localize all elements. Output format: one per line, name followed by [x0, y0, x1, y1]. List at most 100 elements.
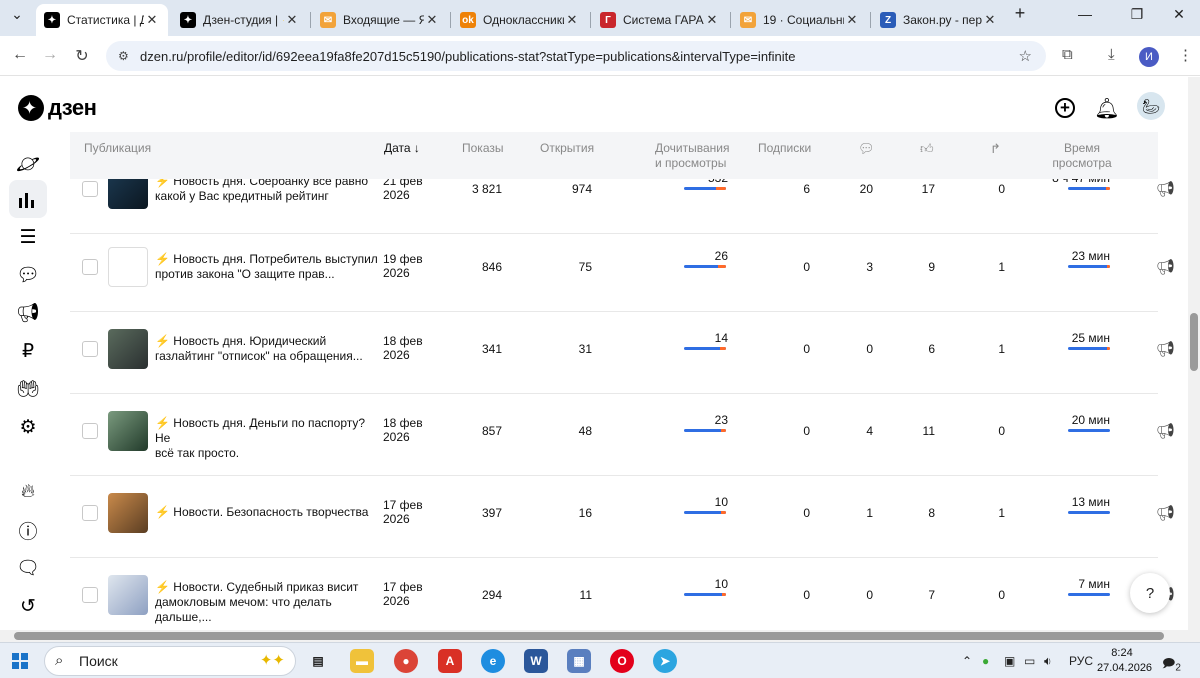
display-tray-icon[interactable]: ▭ [1024, 654, 1035, 668]
publication-title[interactable]: ⚡ Новости. Судебный приказ висит дамоклов… [155, 580, 380, 625]
row-checkbox[interactable] [82, 181, 98, 197]
publication-thumbnail[interactable] [108, 493, 148, 533]
tab-dzen-stats[interactable]: ✦ Статистика | Дзен ✕ [36, 4, 168, 36]
close-icon[interactable]: ✕ [424, 12, 440, 28]
comments-header-icon[interactable]: 💬︎ [858, 141, 875, 156]
sidebar-item-planet[interactable]: 🪐︎ [9, 145, 47, 183]
vertical-scrollbar[interactable] [1188, 77, 1200, 630]
close-icon[interactable]: ✕ [844, 12, 860, 28]
telegram-icon[interactable]: ➤ [653, 649, 677, 673]
reposts-header-icon[interactable]: ↱ [990, 141, 1001, 156]
likes-header-icon[interactable]: 👍︎ [920, 141, 934, 156]
opera-icon[interactable]: O [610, 649, 634, 673]
sidebar-item-back[interactable]: ↺ [9, 587, 47, 625]
close-icon[interactable]: ✕ [982, 12, 998, 28]
scroll-thumb[interactable] [14, 632, 1164, 640]
sidebar-item-help[interactable]: ⓘ [9, 511, 47, 549]
tab-dzen-studio[interactable]: ✦ Дзен-студия | ⚡ ✕ [172, 4, 308, 36]
language-indicator[interactable]: РУС [1069, 654, 1093, 668]
sidebar-item-comments[interactable]: 💬︎ [9, 256, 47, 294]
row-checkbox[interactable] [82, 505, 98, 521]
row-checkbox[interactable] [82, 423, 98, 439]
reload-icon[interactable]: ↻ [70, 46, 94, 66]
header-publication[interactable]: Публикация [84, 141, 151, 156]
publication-thumbnail[interactable] [108, 575, 148, 615]
bookmark-star-icon[interactable]: ☆ [1019, 47, 1032, 65]
notifications-bell-icon[interactable]: 🔔︎ [1094, 95, 1120, 121]
app-tray-icon[interactable]: ● [982, 654, 989, 668]
publication-title[interactable]: ⚡ Новости. Безопасность творчества [155, 505, 380, 520]
publication-thumbnail[interactable] [108, 411, 148, 451]
network-tray-icon[interactable]: ▣ [1004, 654, 1015, 668]
new-tab-button[interactable]: + [1006, 3, 1034, 24]
notifications-icon[interactable]: 🗩2 [1162, 654, 1181, 675]
taskbar-search[interactable]: ⌕ Поиск ✦✦ [44, 646, 296, 676]
publication-title[interactable]: ⚡ Новость дня. Юридический газлайтинг "от… [155, 334, 380, 364]
table-row[interactable]: ⚡ Новость дня. Потребитель выступил проти… [70, 230, 1175, 312]
url-field[interactable]: ⚙ dzen.ru/profile/editor/id/692eea19fa8f… [106, 41, 1046, 71]
extensions-icon[interactable]: ⧉ [1062, 46, 1073, 63]
sidebar-item-monetization[interactable]: ₽ [9, 332, 47, 370]
create-button[interactable]: + [1052, 95, 1078, 121]
sidebar-item-fire[interactable]: 🔥︎ [9, 473, 47, 511]
header-time[interactable]: Время просмотра [1052, 141, 1112, 171]
close-icon[interactable]: ✕ [704, 12, 720, 28]
header-views[interactable]: Показы [462, 141, 503, 156]
scroll-thumb[interactable] [1190, 313, 1198, 371]
megaphone-icon[interactable]: 📢︎ [1156, 258, 1175, 276]
header-date[interactable]: Дата ↓ [384, 141, 420, 156]
table-row[interactable]: ⚡ Новости. Безопасность творчества 17 фев… [70, 476, 1175, 558]
chevron-up-icon[interactable]: ⌃ [962, 654, 972, 668]
tab-search-icon[interactable]: ⌄ [0, 6, 34, 23]
taskbar-clock[interactable]: 8:24 27.04.2026 [1097, 646, 1152, 676]
site-info-icon[interactable]: ⚙ [118, 49, 129, 63]
megaphone-icon[interactable]: 📢︎ [1156, 340, 1175, 358]
minimize-button[interactable]: — [1062, 6, 1108, 22]
tab-social[interactable]: ✉ 19 · Социальные ✕ [732, 4, 868, 36]
close-icon[interactable]: ✕ [564, 12, 580, 28]
megaphone-icon[interactable]: 📢︎ [1156, 422, 1175, 440]
chrome-icon[interactable]: ● [394, 649, 418, 673]
close-icon[interactable]: ✕ [284, 12, 300, 28]
menu-kebab-icon[interactable]: ⋮ [1178, 46, 1193, 64]
sidebar-item-settings[interactable]: ⚙ [9, 408, 47, 446]
table-row[interactable]: ⚡ Новость дня. Деньги по паспорту? Не всё… [70, 394, 1175, 476]
header-subs[interactable]: Подписки [758, 141, 811, 156]
header-reads[interactable]: Дочитывания и просмотры [655, 141, 730, 171]
sidebar-item-feedback[interactable]: 🗨︎ [9, 549, 47, 587]
row-checkbox[interactable] [82, 587, 98, 603]
table-row[interactable]: ⚡ Новость дня. Юридический газлайтинг "от… [70, 312, 1175, 394]
forward-arrow-icon[interactable]: → [38, 46, 62, 64]
tab-odnoklassniki[interactable]: ok Одноклассники ✕ [452, 4, 588, 36]
header-opens[interactable]: Открытия [540, 141, 594, 156]
sidebar-item-promo[interactable]: 📢︎ [9, 294, 47, 332]
close-icon[interactable]: ✕ [144, 12, 160, 28]
close-window-button[interactable]: ✕ [1156, 6, 1200, 23]
publication-thumbnail[interactable] [108, 247, 148, 287]
megaphone-icon[interactable]: 📢︎ [1156, 180, 1175, 198]
photos-icon[interactable]: ▦ [567, 649, 591, 673]
speaker-icon[interactable]: 🔉︎ [1044, 654, 1052, 669]
file-explorer-icon[interactable]: ▬ [350, 649, 374, 673]
task-view-icon[interactable]: ▤ [306, 649, 330, 673]
row-checkbox[interactable] [82, 259, 98, 275]
megaphone-icon[interactable]: 📢︎ [1156, 504, 1175, 522]
edge-icon[interactable]: e [481, 649, 505, 673]
horizontal-scrollbar[interactable] [0, 630, 1200, 642]
restore-button[interactable]: ❐ [1114, 6, 1160, 23]
tab-garant[interactable]: Г Система ГАРАНТ ✕ [592, 4, 728, 36]
profile-avatar[interactable]: И [1139, 47, 1159, 67]
sidebar-item-stats[interactable] [9, 180, 47, 218]
pdf-reader-icon[interactable]: A [438, 649, 462, 673]
word-icon[interactable]: W [524, 649, 548, 673]
publication-title[interactable]: ⚡ Новость дня. Деньги по паспорту? Не всё… [155, 416, 380, 461]
tab-mail[interactable]: ✉ Входящие — Яндекс ✕ [312, 4, 448, 36]
publication-title[interactable]: ⚡ Новость дня. Потребитель выступил проти… [155, 252, 380, 282]
windows-start-icon[interactable] [12, 653, 28, 669]
sidebar-item-support[interactable]: 🤲︎ [9, 370, 47, 408]
sidebar-item-publications[interactable]: ☰ [9, 218, 47, 256]
help-button[interactable]: ? [1130, 573, 1170, 613]
table-row[interactable]: ⚡ Новости. Судебный приказ висит дамоклов… [70, 558, 1175, 630]
row-checkbox[interactable] [82, 341, 98, 357]
dzen-logo[interactable]: дзен [18, 95, 97, 121]
